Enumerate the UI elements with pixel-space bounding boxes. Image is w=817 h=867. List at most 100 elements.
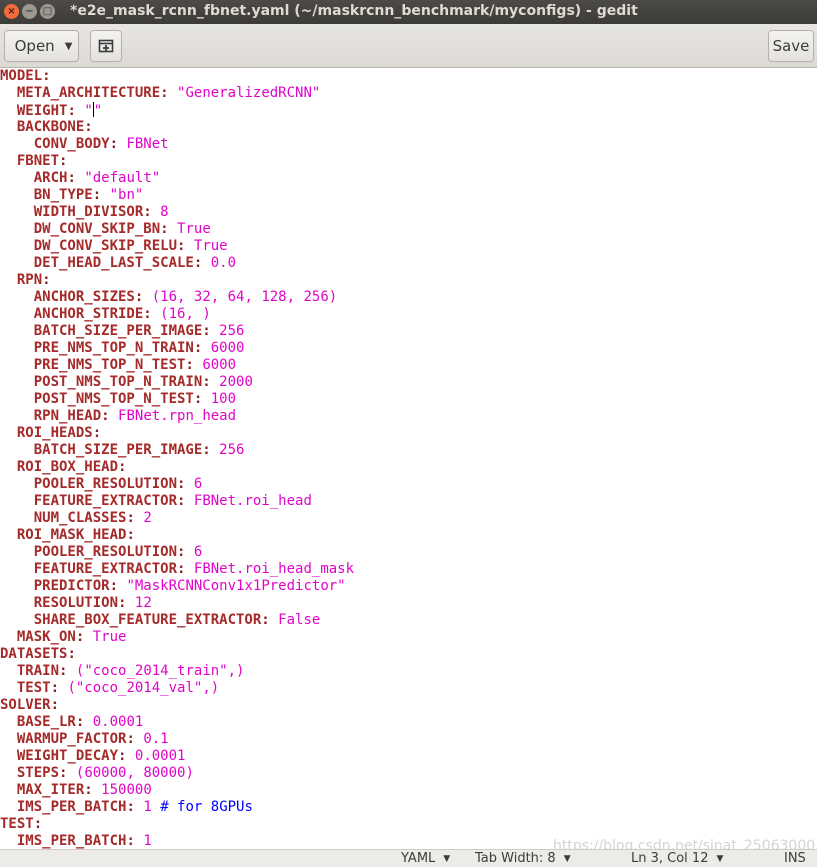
- close-window-icon[interactable]: ×: [4, 4, 19, 19]
- code-line[interactable]: POOLER_RESOLUTION: 6: [0, 476, 354, 493]
- yaml-value: "bn": [109, 187, 144, 203]
- cursor-position-label: Ln 3, Col 12: [631, 851, 709, 866]
- code-line[interactable]: ROI_HEADS:: [0, 425, 354, 442]
- code-line[interactable]: ROI_BOX_HEAD:: [0, 459, 354, 476]
- code-line[interactable]: ANCHOR_SIZES: (16, 32, 64, 128, 256): [0, 289, 354, 306]
- yaml-value: 0.0: [210, 255, 237, 271]
- yaml-value: 100: [210, 391, 237, 407]
- yaml-key: ANCHOR_STRIDE: [33, 306, 144, 322]
- yaml-key: RESOLUTION: [33, 595, 119, 611]
- code-line[interactable]: BACKBONE:: [0, 119, 354, 136]
- code-line[interactable]: DET_HEAD_LAST_SCALE: 0.0: [0, 255, 354, 272]
- code-line[interactable]: WEIGHT: "": [0, 102, 354, 119]
- code-line[interactable]: MASK_ON: True: [0, 629, 354, 646]
- cursor-position-indicator[interactable]: Ln 3, Col 12 ▼: [631, 851, 723, 866]
- yaml-colon: :: [126, 799, 135, 815]
- save-button[interactable]: Save: [768, 30, 814, 62]
- code-line[interactable]: TRAIN: ("coco_2014_train",): [0, 663, 354, 680]
- yaml-value: "default": [84, 170, 161, 186]
- code-line[interactable]: MODEL:: [0, 68, 354, 85]
- code-line[interactable]: PRE_NMS_TOP_N_TEST: 6000: [0, 357, 354, 374]
- code-line[interactable]: RPN:: [0, 272, 354, 289]
- new-tab-button[interactable]: [90, 30, 122, 62]
- code-line[interactable]: PRE_NMS_TOP_N_TRAIN: 6000: [0, 340, 354, 357]
- code-line[interactable]: WARMUP_FACTOR: 0.1: [0, 731, 354, 748]
- open-button-label: Open: [14, 37, 55, 55]
- code-line[interactable]: ROI_MASK_HEAD:: [0, 527, 354, 544]
- yaml-key: WEIGHT: [16, 103, 68, 119]
- code-line[interactable]: IMS_PER_BATCH: 1: [0, 833, 354, 849]
- code-line[interactable]: DW_CONV_SKIP_BN: True: [0, 221, 354, 238]
- code-line[interactable]: MAX_ITER: 150000: [0, 782, 354, 799]
- code-line[interactable]: ANCHOR_STRIDE: (16, ): [0, 306, 354, 323]
- code-line[interactable]: BN_TYPE: "bn": [0, 187, 354, 204]
- tab-width-selector[interactable]: Tab Width: 8 ▼: [475, 851, 571, 866]
- code-line[interactable]: POST_NMS_TOP_N_TEST: 100: [0, 391, 354, 408]
- language-selector[interactable]: YAML ▼: [401, 851, 450, 866]
- code-line[interactable]: PREDICTOR: "MaskRCNNConv1x1Predictor": [0, 578, 354, 595]
- code-line[interactable]: BATCH_SIZE_PER_IMAGE: 256: [0, 323, 354, 340]
- code-line[interactable]: CONV_BODY: FBNet: [0, 136, 354, 153]
- yaml-colon: :: [67, 103, 76, 119]
- code-line[interactable]: DATASETS:: [0, 646, 354, 663]
- chevron-down-icon: ▼: [563, 853, 571, 864]
- yaml-colon: :: [261, 612, 270, 628]
- code-line[interactable]: FBNET:: [0, 153, 354, 170]
- chevron-down-icon: ▼: [716, 853, 724, 864]
- code-line[interactable]: TEST: ("coco_2014_val",): [0, 680, 354, 697]
- maximize-window-icon[interactable]: □: [40, 4, 55, 19]
- yaml-value: (16, ): [160, 306, 211, 322]
- code-line[interactable]: SOLVER:: [0, 697, 354, 714]
- code-line[interactable]: WIDTH_DIVISOR: 8: [0, 204, 354, 221]
- code-line[interactable]: POST_NMS_TOP_N_TRAIN: 2000: [0, 374, 354, 391]
- yaml-value: 0.1: [143, 731, 169, 747]
- status-bar: YAML ▼ Tab Width: 8 ▼ Ln 3, Col 12 ▼ INS: [0, 849, 817, 867]
- code-line[interactable]: TEST:: [0, 816, 354, 833]
- new-document-tab-icon: [98, 39, 114, 53]
- yaml-value: ": [93, 103, 103, 119]
- text-editor-area[interactable]: MODEL: META_ARCHITECTURE: "GeneralizedRC…: [0, 68, 817, 849]
- code-line[interactable]: WEIGHT_DECAY: 0.0001: [0, 748, 354, 765]
- yaml-value: 0.0001: [92, 714, 144, 730]
- code-line[interactable]: RPN_HEAD: FBNet.rpn_head: [0, 408, 354, 425]
- yaml-value: FBNet.roi_head_mask: [193, 561, 355, 577]
- minimize-window-icon[interactable]: −: [22, 4, 37, 19]
- yaml-value: 6: [193, 476, 203, 492]
- yaml-key: DW_CONV_SKIP_BN: [33, 221, 161, 237]
- yaml-key: WARMUP_FACTOR: [16, 731, 127, 747]
- yaml-key: MASK_ON: [16, 629, 76, 645]
- code-line[interactable]: NUM_CLASSES: 2: [0, 510, 354, 527]
- yaml-key: ROI_BOX_HEAD: [16, 459, 119, 475]
- yaml-colon: :: [160, 85, 169, 101]
- yaml-key: STEPS: [16, 765, 60, 781]
- code-line[interactable]: FEATURE_EXTRACTOR: FBNet.roi_head: [0, 493, 354, 510]
- code-line[interactable]: IMS_PER_BATCH: 1 # for 8GPUs: [0, 799, 354, 816]
- code-line[interactable]: ARCH: "default": [0, 170, 354, 187]
- code-line[interactable]: BASE_LR: 0.0001: [0, 714, 354, 731]
- code-line[interactable]: DW_CONV_SKIP_RELU: True: [0, 238, 354, 255]
- code-line[interactable]: STEPS: (60000, 80000): [0, 765, 354, 782]
- open-button[interactable]: Open ▼: [4, 30, 79, 62]
- code-line[interactable]: META_ARCHITECTURE: "GeneralizedRCNN": [0, 85, 354, 102]
- code-line[interactable]: RESOLUTION: 12: [0, 595, 354, 612]
- yaml-colon: :: [42, 68, 51, 84]
- code-line[interactable]: POOLER_RESOLUTION: 6: [0, 544, 354, 561]
- yaml-key: SHARE_BOX_FEATURE_EXTRACTOR: [33, 612, 262, 628]
- code-content[interactable]: MODEL: META_ARCHITECTURE: "GeneralizedRC…: [0, 68, 354, 849]
- code-line[interactable]: SHARE_BOX_FEATURE_EXTRACTOR: False: [0, 612, 354, 629]
- code-line[interactable]: FEATURE_EXTRACTOR: FBNet.roi_head_mask: [0, 561, 354, 578]
- code-line[interactable]: BATCH_SIZE_PER_IMAGE: 256: [0, 442, 354, 459]
